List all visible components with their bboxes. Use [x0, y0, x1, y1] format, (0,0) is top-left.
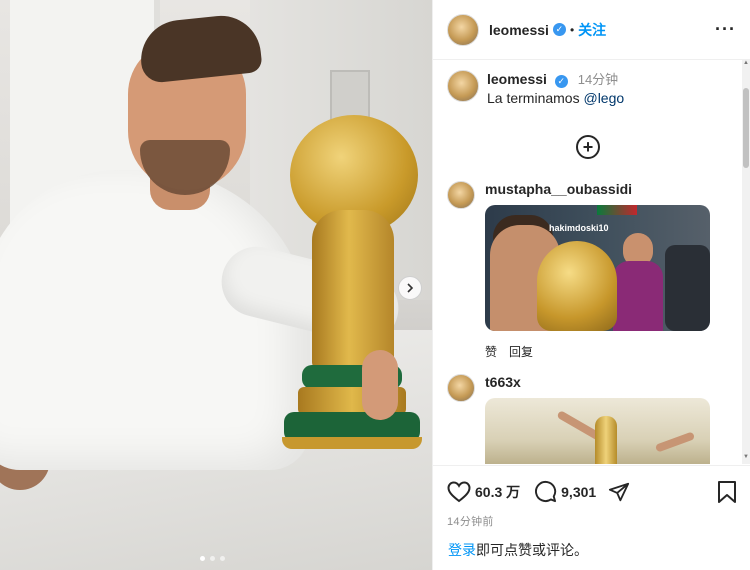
- comment-image[interactable]: hakimdoski10: [485, 205, 710, 331]
- image-arm: [654, 431, 696, 453]
- image-trophy: [595, 416, 617, 464]
- scroll-down-arrow-icon[interactable]: ▼: [742, 454, 750, 464]
- verified-badge-icon: ✓: [552, 23, 566, 36]
- comment-button[interactable]: 9,301: [534, 480, 596, 503]
- login-link[interactable]: 登录: [448, 542, 476, 558]
- comment-item: t663x: [447, 374, 729, 464]
- comment-reply-button[interactable]: 回复: [509, 343, 533, 360]
- plus-symbol: +: [582, 137, 594, 157]
- image-watermark: hakimdoski10: [549, 223, 609, 233]
- chevron-right-icon[interactable]: [398, 276, 422, 300]
- more-options-icon[interactable]: ···: [715, 19, 736, 40]
- post-caption: leomessi ✓ 14分钟 La terminamos @lego: [447, 70, 729, 107]
- login-prompt-text: 即可点赞或评论。: [476, 542, 588, 558]
- carousel-dots: [200, 556, 225, 561]
- comment-image[interactable]: [485, 398, 710, 464]
- like-button[interactable]: 60.3 万: [447, 480, 521, 503]
- plus-circle-icon[interactable]: +: [576, 135, 600, 159]
- commenter-avatar[interactable]: [447, 374, 475, 402]
- person-hand: [362, 350, 398, 420]
- caption-avatar[interactable]: [447, 70, 479, 102]
- post-header: leomessi ✓ • 关注 ···: [433, 0, 750, 60]
- commenter-avatar[interactable]: [447, 181, 475, 209]
- comment-bubble-icon: [535, 480, 557, 503]
- scroll-up-arrow-icon[interactable]: ▲: [742, 60, 750, 70]
- author-avatar[interactable]: [447, 13, 479, 46]
- separator-dot: •: [569, 22, 575, 37]
- image-seat: [665, 245, 710, 331]
- scrollbar-thumb[interactable]: [743, 88, 749, 168]
- author-username[interactable]: leomessi: [489, 22, 549, 38]
- comments-list[interactable]: leomessi ✓ 14分钟 La terminamos @lego + mu…: [433, 60, 743, 464]
- comment-actions: 赞 回复: [485, 343, 710, 360]
- image-flag: [597, 205, 637, 215]
- share-button[interactable]: [608, 481, 630, 503]
- trophy-base: [282, 437, 422, 449]
- bookmark-icon: [718, 480, 736, 503]
- post-media: [0, 0, 432, 570]
- post-time: 14分钟前: [447, 516, 494, 528]
- comment-like-button[interactable]: 赞: [485, 343, 497, 360]
- carousel-dot: [200, 556, 205, 561]
- action-bar: 60.3 万 9,301 14分钟前: [433, 465, 750, 529]
- trophy-body: [312, 210, 394, 370]
- caption-time: 14分钟: [577, 72, 619, 87]
- comment-item: mustapha__oubassidi hakimdoski10 赞 回复: [447, 181, 729, 360]
- caption-username[interactable]: leomessi: [487, 71, 547, 87]
- follow-button[interactable]: 关注: [578, 20, 606, 40]
- post-details: leomessi ✓ • 关注 ··· leomessi ✓ 14分钟 La t…: [432, 0, 750, 570]
- verified-badge-icon: ✓: [554, 74, 568, 88]
- carousel-dot: [210, 556, 215, 561]
- carousel-dot: [220, 556, 225, 561]
- caption-mention[interactable]: @lego: [583, 90, 624, 106]
- likes-count: 60.3 万: [475, 483, 521, 500]
- commenter-username[interactable]: mustapha__oubassidi: [485, 181, 710, 197]
- send-icon: [609, 482, 630, 501]
- image-trophy: [537, 241, 617, 331]
- comments-count: 9,301: [561, 483, 597, 500]
- caption-text: La terminamos: [487, 90, 580, 106]
- heart-icon: [447, 480, 471, 502]
- save-button[interactable]: [717, 480, 737, 503]
- comments-scrollbar[interactable]: ▲ ▼: [742, 60, 750, 464]
- login-prompt: 登录即可点赞或评论。: [448, 540, 588, 560]
- commenter-username[interactable]: t663x: [485, 374, 710, 390]
- image-player: [613, 261, 663, 331]
